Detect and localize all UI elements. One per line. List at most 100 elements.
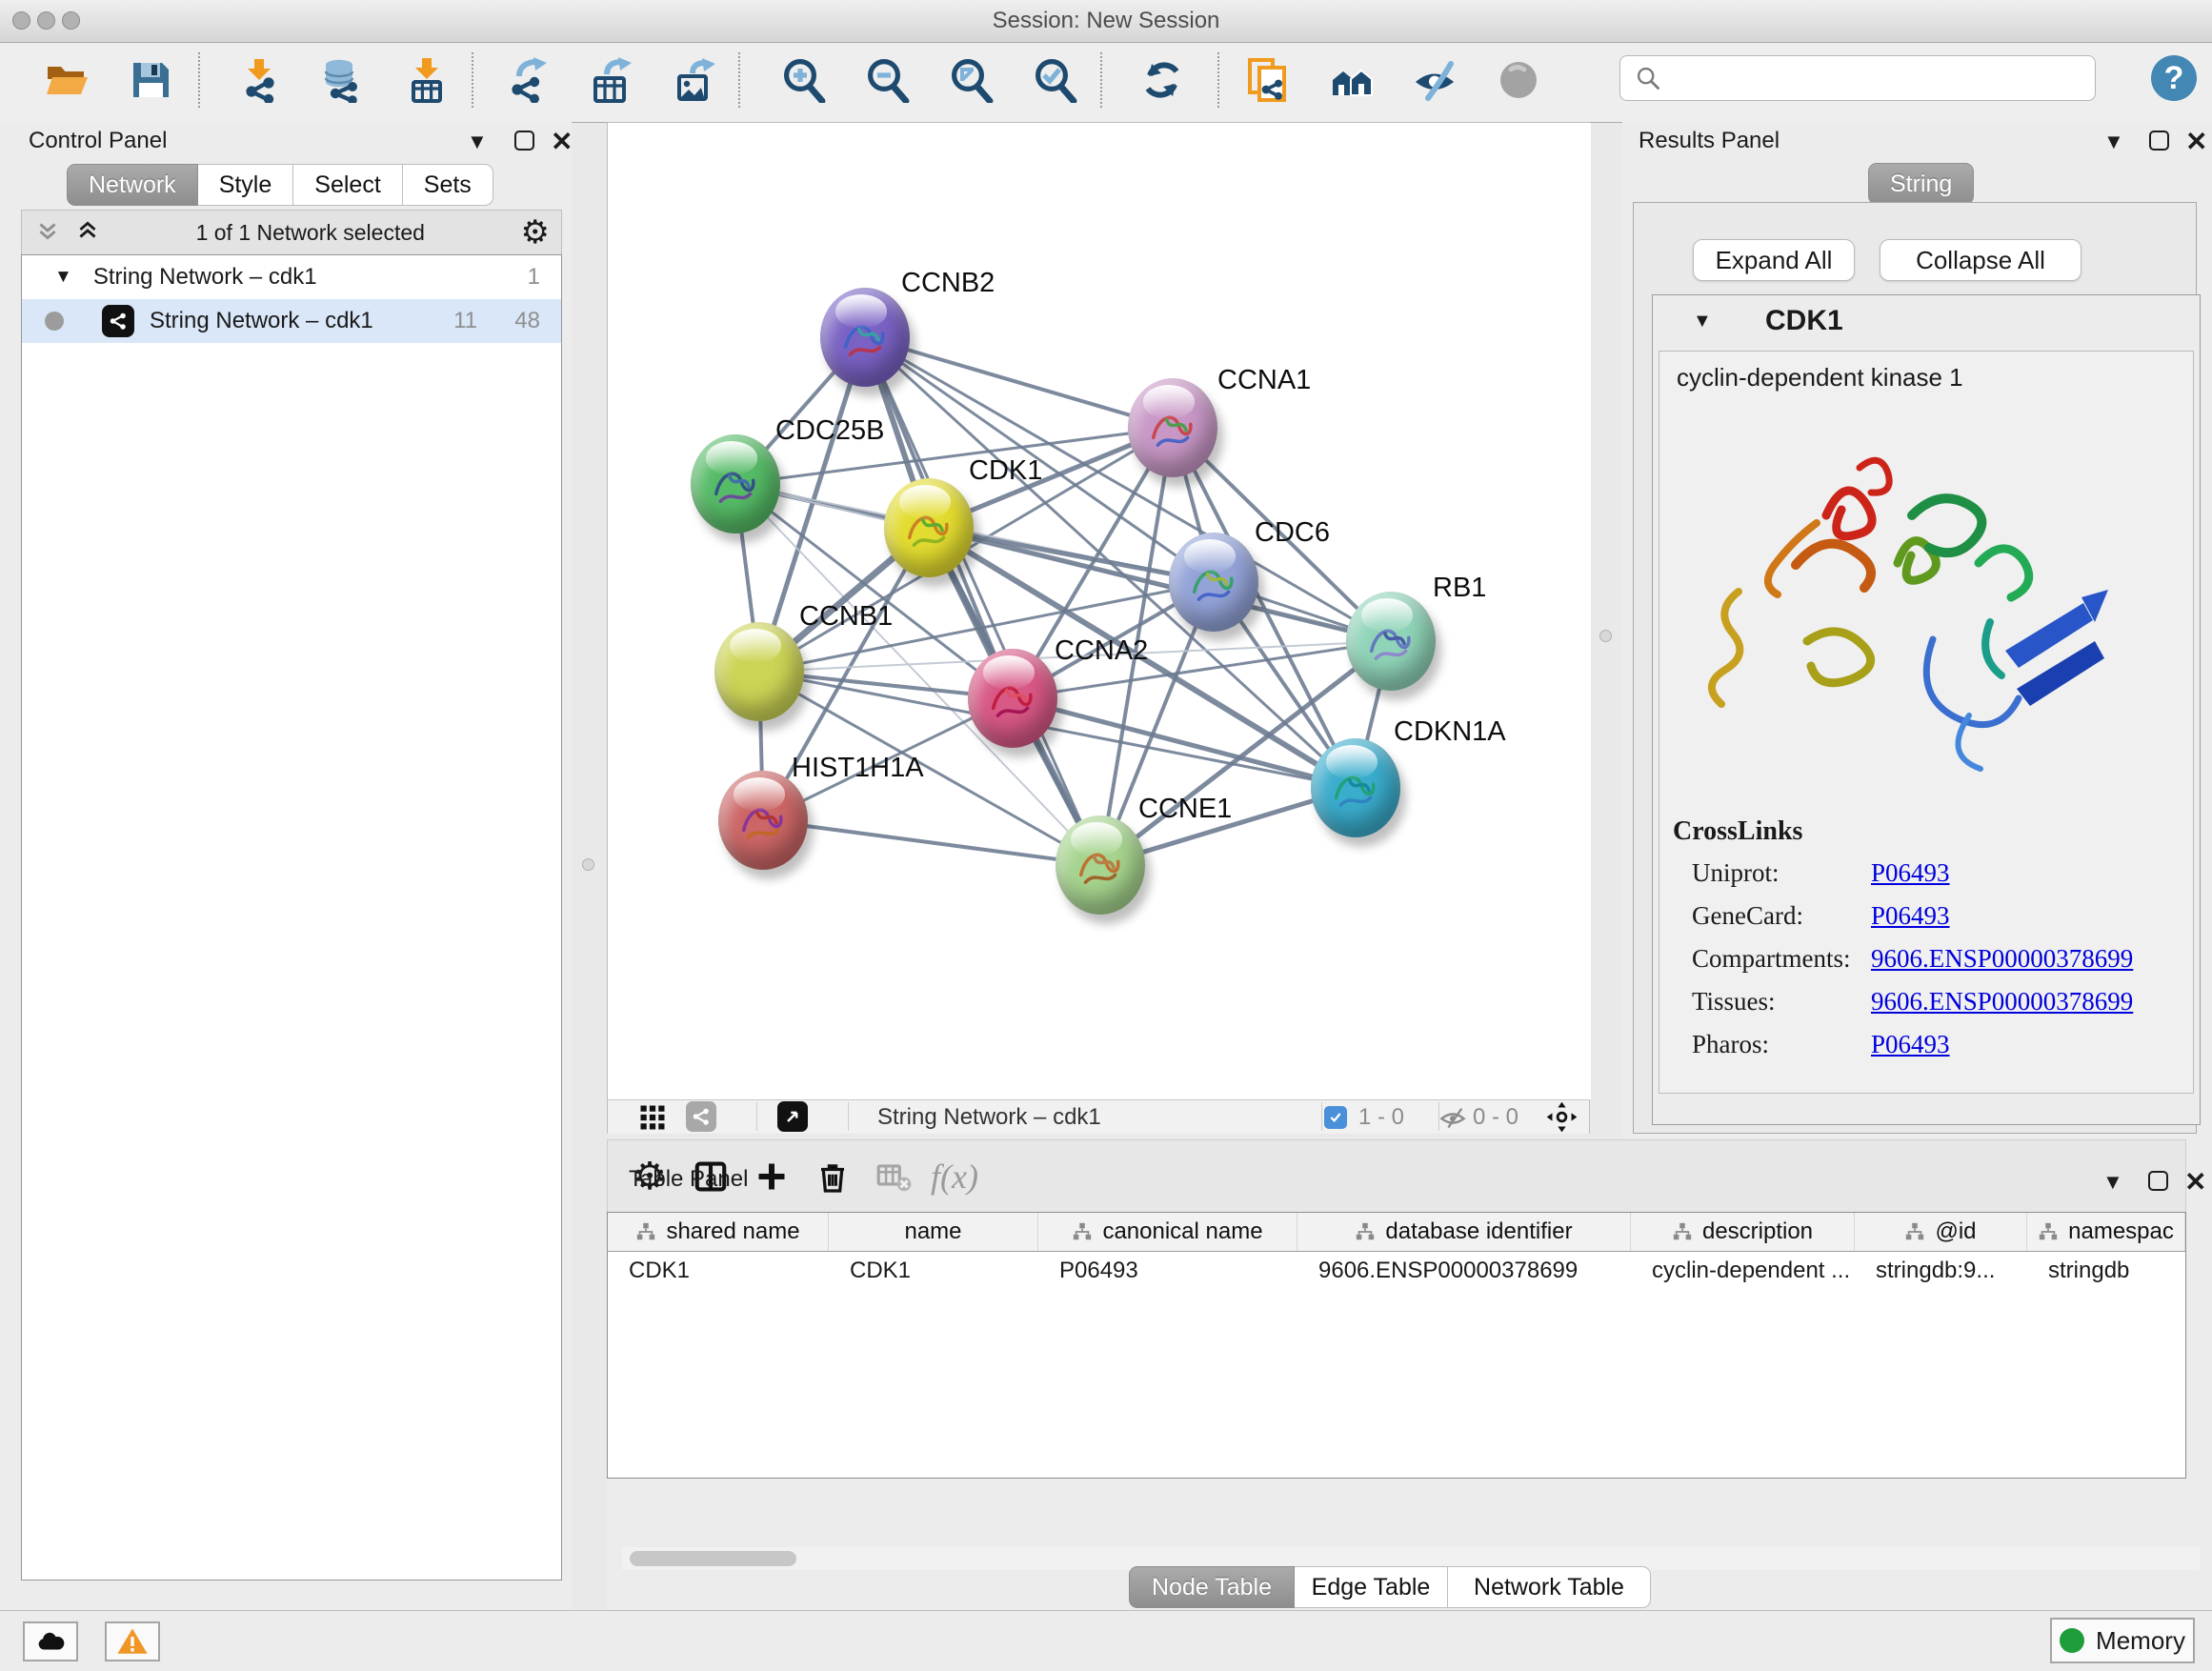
panel-float-icon[interactable] [514,131,534,151]
network-share-icon[interactable] [686,1101,716,1132]
network-node-HIST1H1A[interactable] [718,771,808,870]
table-cell[interactable]: CDK1 [608,1252,829,1290]
expand-all-icon[interactable] [75,218,100,248]
birdseye-view-icon[interactable] [777,1101,808,1132]
table-row[interactable]: CDK1CDK1P064939606.ENSP00000378699cyclin… [608,1252,2185,1290]
vertical-splitter-grip[interactable] [582,858,594,871]
panel-menu-icon[interactable]: ▼ [467,131,488,152]
hidden-count: 0 - 0 [1473,1104,1518,1131]
collapse-all-icon[interactable] [35,218,60,248]
zoom-out-icon[interactable] [863,56,911,104]
crosslink-label: GeneCard: [1692,901,1803,931]
network-node-CDK1[interactable] [884,478,974,577]
zoom-in-icon[interactable] [779,56,827,104]
scrollbar-thumb[interactable] [630,1551,796,1566]
save-session-icon[interactable] [127,56,174,104]
network-node-RB1[interactable] [1346,592,1436,691]
collapse-all-button[interactable]: Collapse All [1880,239,2081,281]
network-node-CCNB1[interactable] [714,622,804,721]
section-collapse-icon[interactable]: ▼ [1693,311,1712,332]
import-network-from-database-icon[interactable] [317,56,365,104]
panel-float-icon[interactable] [2148,1171,2168,1191]
tab-select[interactable]: Select [293,164,402,206]
expand-all-button[interactable]: Expand All [1693,239,1855,281]
add-column-icon[interactable] [741,1150,802,1203]
open-session-icon[interactable] [43,56,90,104]
crosslink-value-link[interactable]: 9606.ENSP00000378699 [1871,987,2133,1017]
tab-network[interactable]: Network [67,164,198,206]
network-node-CDKN1A[interactable] [1311,738,1400,837]
panel-close-icon[interactable]: ✕ [2185,131,2207,152]
table-cell[interactable]: cyclin-dependent ... [1631,1252,1855,1290]
crosslink-row: Uniprot:P06493 [1659,858,2193,893]
first-neighbors-icon[interactable] [1329,56,1377,104]
column-header--id[interactable]: @id [1855,1213,2027,1251]
apply-layout-icon[interactable] [1138,56,1186,104]
warning-button[interactable] [105,1621,160,1661]
column-header-description[interactable]: description [1631,1213,1855,1251]
table-cell[interactable]: stringdb [2027,1252,2185,1290]
table-header-row: shared namename canonical name database … [608,1213,2185,1252]
network-node-CCNA1[interactable] [1128,378,1217,477]
network-node-CDC6[interactable] [1169,533,1258,632]
cloud-button[interactable] [23,1621,78,1661]
hide-selected-icon[interactable] [1411,56,1458,104]
tab-network-table[interactable]: Network Table [1448,1566,1651,1608]
selected-checkbox-icon[interactable] [1324,1106,1347,1129]
collection-expand-icon[interactable]: ▼ [54,267,72,288]
tab-string[interactable]: String [1868,163,1974,205]
zoom-selected-icon[interactable] [1031,56,1078,104]
table-cell[interactable]: 9606.ENSP00000378699 [1297,1252,1631,1290]
network-collection-row[interactable]: ▼ String Network – cdk1 1 [22,255,561,299]
new-network-from-selection-icon[interactable] [1243,56,1291,104]
export-image-icon[interactable] [671,56,718,104]
grid-view-icon[interactable] [638,1103,667,1138]
panel-menu-icon[interactable]: ▼ [2102,1172,2123,1193]
table-cell[interactable]: P06493 [1038,1252,1297,1290]
fit-crosshair-icon[interactable] [1546,1101,1578,1139]
crosslink-value-link[interactable]: 9606.ENSP00000378699 [1871,944,2133,974]
panel-menu-icon[interactable]: ▼ [2103,131,2124,152]
export-table-icon[interactable] [587,56,634,104]
crosslink-value-link[interactable]: P06493 [1871,1030,1950,1059]
column-header-canonical-name[interactable]: canonical name [1038,1213,1297,1251]
import-table-from-file-icon[interactable] [403,56,451,104]
zoom-fit-icon[interactable] [947,56,995,104]
delete-column-icon[interactable] [802,1150,863,1203]
network-node-CCNA2[interactable] [968,649,1057,748]
memory-button[interactable]: Memory [2050,1618,2195,1663]
column-header-database-identifier[interactable]: database identifier [1297,1213,1631,1251]
crosslink-value-link[interactable]: P06493 [1871,858,1950,888]
column-header-shared-name[interactable]: shared name [608,1213,829,1251]
crosslink-value-link[interactable]: P06493 [1871,901,1950,931]
column-header-name[interactable]: name [829,1213,1038,1251]
import-network-from-file-icon[interactable] [235,56,283,104]
tab-edge-table[interactable]: Edge Table [1295,1566,1448,1608]
network-options-gear-icon[interactable]: ⚙ [521,216,550,249]
network-row-selected[interactable]: String Network – cdk1 11 48 [22,299,561,343]
help-button[interactable]: ? [2151,55,2197,101]
delete-table-icon [863,1150,924,1203]
table-cell[interactable]: CDK1 [829,1252,1038,1290]
crosslink-row: Tissues:9606.ENSP00000378699 [1659,987,2193,1021]
tab-node-table[interactable]: Node Table [1129,1566,1295,1608]
panel-close-icon[interactable]: ✕ [551,131,573,152]
vertical-splitter-grip[interactable] [1599,630,1612,642]
column-header-namespac[interactable]: namespac [2027,1213,2185,1251]
node-label-CCNA2: CCNA2 [1055,635,1148,667]
network-node-CDC25B[interactable] [691,434,780,534]
panel-float-icon[interactable] [2149,131,2169,151]
tab-sets[interactable]: Sets [403,164,493,206]
network-node-CCNB2[interactable] [820,288,910,387]
protein-structure-image [1679,401,2126,801]
network-node-CCNE1[interactable] [1056,815,1145,915]
network-canvas[interactable]: CCNB2 CCNA1 CDC25B CDK1 CDC6 [608,123,1591,1099]
node-label-CCNB1: CCNB1 [799,601,893,633]
tab-style[interactable]: Style [198,164,294,206]
hidden-eye-icon[interactable] [1439,1104,1466,1137]
search-input[interactable] [1619,55,2096,101]
show-all-icon[interactable] [1495,56,1542,104]
export-network-icon[interactable] [503,56,551,104]
table-cell[interactable]: stringdb:9... [1855,1252,2027,1290]
panel-close-icon[interactable]: ✕ [2184,1172,2206,1193]
